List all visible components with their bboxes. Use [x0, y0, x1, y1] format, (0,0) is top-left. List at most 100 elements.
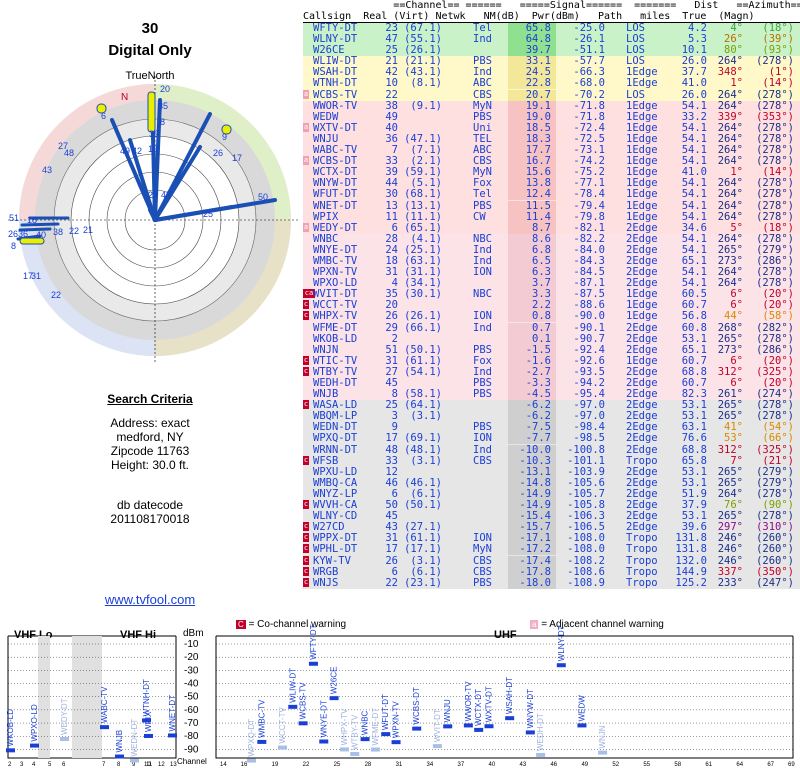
vhf-channel-tick: 2 [8, 762, 12, 768]
warning-badge: c [303, 355, 309, 365]
pwr-dbm: -90.1 [573, 321, 605, 334]
uhf-channel-tick: 31 [396, 762, 403, 768]
station-bar [381, 732, 391, 737]
radar-label: 21 [83, 225, 93, 235]
table-row[interactable]: WNJN 51 (50.1) PBS -1.5 -92.4 2Edge 65.1 273° (28… [303, 344, 800, 356]
radar-label: 22 [69, 226, 79, 236]
station-bar [60, 737, 69, 742]
station-bar [474, 727, 484, 732]
azimuth-magn: (278°) [756, 88, 794, 101]
table-row[interactable]: WNET-DT 13 (13.1) PBS 11.5 -79.4 1Edge 54.1 264°… [303, 199, 800, 212]
table-row[interactable]: WFUT-DT 30 (68.1) Tel 12.4 -78.4 1Edge 54.1 264°… [303, 188, 800, 201]
table-row[interactable]: c KYW-TV 26 (3.1) CBS -17.4 -108.2 Tropo 132.0 24… [303, 555, 800, 567]
table-row[interactable]: a WCBS-TV 22 CBS 20.7 -70.2 LOS 26.0 264° (278°) [303, 88, 800, 101]
station-bar [257, 739, 267, 744]
channel-virt: (68.1) [404, 188, 442, 201]
path: 1Edge [626, 310, 658, 323]
azimuth-magn: (278°) [756, 199, 794, 212]
station-label: WWOR-TV [464, 681, 473, 722]
table-row[interactable]: ca WVIT-DT 35 (30.1) NBC 3.3 -87.5 1Edge 60.5 6°(… [303, 288, 800, 301]
azimuth-true: 246° [717, 543, 743, 556]
network: ION [473, 432, 492, 445]
station-bar [277, 745, 287, 750]
radar-label: 35 [158, 101, 168, 111]
table-row[interactable]: WPXO-LD 4 (34.1) 3.7 -87.1 2Edge 54.1 264° (278°… [303, 278, 800, 290]
dbm-tick: -40 [184, 679, 199, 690]
channel-virt: (9.1) [410, 99, 442, 112]
table-row[interactable]: c WNJS 22 (23.1) PBS -18.0 -108.9 Tropo 125.2 233… [303, 576, 800, 589]
radar-label: 39 [149, 129, 159, 139]
spectrum-panel: C = Co-channel warning a = Adjacent chan… [0, 618, 800, 768]
channel-virt: (30.1) [404, 288, 442, 301]
channel-virt: (48.1) [404, 443, 442, 456]
station-label: WKOB-LD [6, 709, 15, 747]
network: ABC [473, 77, 492, 90]
channel-virt: (50.1) [404, 499, 442, 512]
callsign: WFME-DT [313, 321, 358, 334]
station-bar [319, 739, 329, 744]
station-label: WLNY-DT [557, 625, 566, 661]
channel-real: 48 [385, 443, 398, 456]
vhf-channel-tick: 9 [132, 762, 136, 768]
table-row[interactable]: WSAH-DT 42 (43.1) Ind 24.5 -66.3 1Edge 37.7 348°… [303, 67, 800, 79]
azimuth-true: 264° [717, 188, 743, 201]
uhf-label: UHF [494, 629, 517, 641]
nm-db: 12.4 [525, 188, 551, 201]
table-row[interactable]: WPXQ-DT 17 (69.1) ION -7.7 -98.5 2Edge 76.6 53° (… [303, 432, 800, 445]
channel-virt: (23.1) [404, 576, 442, 589]
table-row[interactable]: c WHPX-TV 26 (26.1) ION 0.8 -90.0 1Edge 56.8 44° (… [303, 310, 800, 323]
azimuth-true: 268° [717, 321, 743, 334]
callsign: WCBS-TV [313, 88, 358, 101]
dbm-tick: -50 [184, 692, 199, 703]
path: 2Edge [626, 443, 658, 456]
network: CBS [473, 454, 492, 467]
station-bar [329, 696, 339, 701]
callsign: WFUT-DT [313, 188, 358, 201]
station-bar [350, 752, 360, 757]
path: 1Edge [626, 77, 658, 90]
station-label: WCTX-DT [474, 689, 483, 726]
callsign: WPXQ-DT [313, 432, 358, 445]
callsign: WPHL-DT [313, 543, 358, 556]
warning-badge: c [303, 500, 309, 510]
station-label: WMBC-TV [257, 699, 266, 738]
vhf-channel-tick: 3 [20, 762, 24, 768]
network: PBS [473, 199, 492, 212]
table-row[interactable]: WFME-DT 29 (66.1) Ind 0.7 -90.1 2Edge 60.8 268° (… [303, 321, 800, 334]
station-bar [505, 716, 515, 721]
callsign: WTNH-DT [313, 77, 358, 90]
station-bar [168, 733, 177, 738]
table-body: WFTY-DT 23 (67.1) Tel 65.8 -25.0 LOS 4.2 4° (18°)… [303, 22, 800, 589]
vhf-hi-label: VHF Hi [120, 629, 156, 641]
table-row[interactable]: c WTBY-TV 27 (54.1) Ind -2.7 -93.5 2Edge 68.8 312… [303, 366, 800, 378]
pwr-dbm: -90.0 [573, 310, 605, 323]
warning-badge: c [303, 566, 309, 576]
station-bar [463, 723, 473, 728]
radar-label: 9 [222, 132, 227, 142]
warning-badge: a [303, 89, 309, 99]
criteria-db-label: db datecode [116, 498, 184, 512]
pwr-dbm: -79.4 [573, 199, 605, 212]
nm-db: 0.7 [532, 321, 551, 334]
table-row[interactable]: WTNH-DT 10 (8.1) ABC 22.8 -68.0 1Edge 41.0 1° (14… [303, 77, 800, 90]
left-panel: 30 Digital Only TrueNorth N 20 35 6 39 8… [0, 0, 300, 620]
tvfool-link[interactable]: www.tvfool.com [60, 592, 240, 607]
network: ION [473, 310, 492, 323]
pwr-dbm: -70.2 [573, 88, 605, 101]
station-bar [308, 661, 318, 666]
pwr-dbm: -98.5 [573, 432, 605, 445]
table-row[interactable]: c WPHL-DT 17 (17.1) MyN -17.2 -108.0 Tropo 131.8… [303, 543, 800, 556]
table-row[interactable]: WRNN-DT 48 (48.1) Ind -10.0 -100.8 2Edge 68.8 31… [303, 443, 800, 456]
table-row[interactable]: a WCBS-DT 33 (2.1) CBS 16.7 -74.2 1Edge 54.1 264°… [303, 156, 800, 168]
channel-virt: (26.1) [404, 310, 442, 323]
radar-label: 22 [51, 290, 61, 300]
station-bar [130, 758, 139, 763]
warning-badge: c [303, 544, 309, 554]
vhf-channel-tick: 5 [48, 762, 52, 768]
pwr-dbm: -100.8 [567, 443, 605, 456]
channel-virt: (3.1) [410, 454, 442, 467]
station-label: WNJB [115, 730, 124, 753]
radar-label: 17 [232, 153, 242, 163]
station-bar [115, 754, 124, 759]
table-row[interactable]: WPIX 11 (11.1) CW 11.4 -79.8 1Edge 54.1 264° (278… [303, 211, 800, 223]
